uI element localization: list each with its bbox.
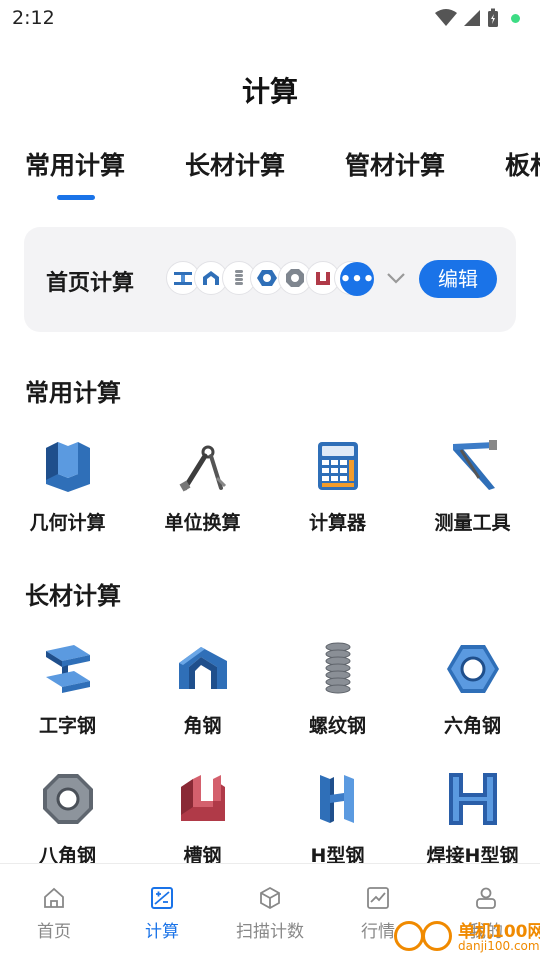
angle-steel-icon xyxy=(179,647,227,689)
grid-item-measure-tool[interactable]: 测量工具 xyxy=(405,438,540,548)
watermark-url: danji100.com xyxy=(458,939,540,953)
section-title-common: 常用计算 xyxy=(25,379,121,407)
section-title-long-material: 长材计算 xyxy=(25,582,121,610)
home-icon xyxy=(44,887,64,908)
status-bar: 2:12 xyxy=(0,0,540,36)
nav-home[interactable]: 首页 xyxy=(0,864,108,960)
calculate-icon xyxy=(151,887,173,909)
grid-item-geometry[interactable]: 几何计算 xyxy=(0,438,135,548)
nav-label: 扫描计数 xyxy=(236,922,304,942)
scan-count-icon xyxy=(260,886,280,910)
nav-label: 首页 xyxy=(37,922,71,942)
more-icons-button[interactable]: ••• xyxy=(340,262,374,296)
nav-calculate[interactable]: 计算 xyxy=(108,864,216,960)
category-tabs: 常用计算 长材计算 管材计算 板材计算 xyxy=(0,140,540,204)
grid-item-calculator[interactable]: 计算器 xyxy=(270,438,405,548)
nav-label: 计算 xyxy=(145,922,179,942)
grid-item-hex-steel[interactable]: 六角钢 xyxy=(405,641,540,751)
tab-plate[interactable]: 板材计算 xyxy=(505,146,540,182)
threaded-steel-icon xyxy=(325,642,351,694)
status-time: 2:12 xyxy=(12,7,55,29)
grid-item-label: 计算器 xyxy=(308,512,366,534)
grid-item-label: 螺纹钢 xyxy=(308,715,366,737)
hex-steel-icon xyxy=(447,645,499,693)
page-title: 计算 xyxy=(241,75,298,108)
tab-pipe[interactable]: 管材计算 xyxy=(345,146,445,182)
grid-item-label: 单位换算 xyxy=(164,512,241,534)
active-tab-indicator xyxy=(57,195,95,200)
market-chart-icon xyxy=(367,887,389,909)
battery-icon xyxy=(488,8,498,27)
tab-long-material[interactable]: 长材计算 xyxy=(185,146,285,182)
octagon-steel-icon xyxy=(43,774,93,824)
grid-item-label: 角钢 xyxy=(183,715,222,737)
watermark-logo-icon xyxy=(394,921,424,951)
compass-icon xyxy=(179,445,227,492)
profile-icon xyxy=(476,887,496,909)
notification-dot-icon xyxy=(511,13,520,23)
home-calc-card: 首页计算 ••• 编辑 xyxy=(24,227,516,332)
cell-signal-icon xyxy=(464,10,480,26)
grid-item-angle-steel[interactable]: 角钢 xyxy=(135,641,270,751)
edit-button[interactable]: 编辑 xyxy=(419,260,497,298)
i-beam-icon xyxy=(46,645,90,693)
status-icons xyxy=(435,8,520,28)
calculator-icon xyxy=(318,442,358,490)
grid-item-unit-conversion[interactable]: 单位换算 xyxy=(135,438,270,548)
grid-item-threaded-steel[interactable]: 螺纹钢 xyxy=(270,641,405,751)
grid-item-i-beam[interactable]: 工字钢 xyxy=(0,641,135,751)
h-beam-icon xyxy=(320,775,354,823)
tab-common[interactable]: 常用计算 xyxy=(25,146,125,182)
chevron-down-icon[interactable] xyxy=(386,267,406,289)
watermark: 单机100网 danji100.com xyxy=(392,915,540,960)
welded-h-beam-icon xyxy=(449,773,497,825)
nav-scan-count[interactable]: 扫描计数 xyxy=(216,864,324,960)
grid-item-label: 六角钢 xyxy=(443,715,501,737)
grid-item-label: 测量工具 xyxy=(434,512,511,534)
geometry-icon xyxy=(46,442,90,492)
measure-tool-icon xyxy=(453,440,497,490)
grid-item-label: 工字钢 xyxy=(38,715,96,737)
grid-item-label: 几何计算 xyxy=(29,512,106,534)
channel-steel-icon xyxy=(181,775,225,821)
wifi-icon xyxy=(435,9,457,26)
home-calc-label: 首页计算 xyxy=(46,271,135,296)
watermark-logo-icon xyxy=(422,921,452,951)
